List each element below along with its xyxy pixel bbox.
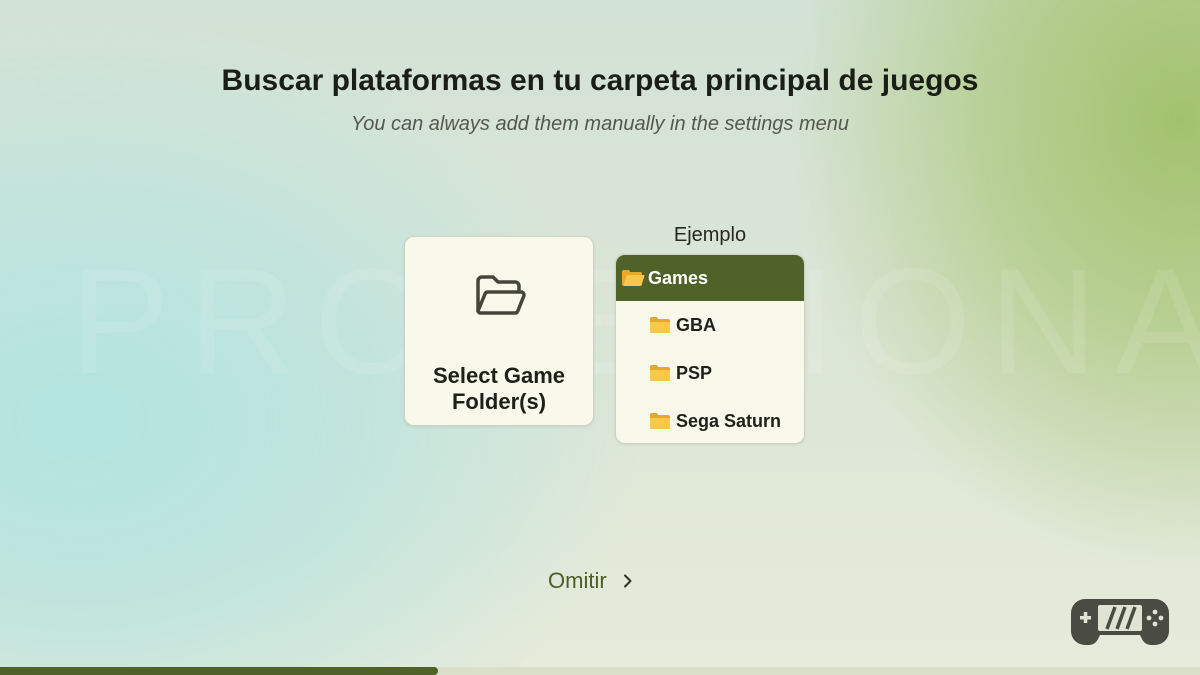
handheld-controller-icon <box>1071 599 1169 645</box>
chevron-right-icon <box>623 574 632 588</box>
folder-icon <box>650 365 670 381</box>
example-subfolder: Sega Saturn <box>616 397 804 443</box>
select-game-folder-label: Select Game Folder(s) <box>432 363 566 414</box>
example-subfolder-label: PSP <box>676 362 713 383</box>
folder-icon <box>650 413 670 429</box>
page-title: Buscar plataformas en tu carpeta princip… <box>221 64 979 97</box>
progress-bar <box>0 667 1200 675</box>
example-label: Ejemplo <box>673 224 747 246</box>
example-root-label: Games <box>648 267 709 288</box>
skip-label: Omitir <box>548 568 607 593</box>
example-folder-tree: Games GBA PSP Sega Saturn <box>615 254 805 444</box>
progress-bar-fill <box>0 667 438 675</box>
folder-icon <box>650 317 670 333</box>
example-root-folder: Games <box>616 255 804 301</box>
select-game-folder-button[interactable]: Select Game Folder(s) <box>404 236 594 426</box>
example-subfolder-label: Sega Saturn <box>676 410 782 431</box>
example-subfolder-label: GBA <box>676 314 716 335</box>
example-subfolder: PSP <box>616 349 804 397</box>
skip-button[interactable]: Omitir <box>548 568 635 594</box>
page-subtitle: You can always add them manually in the … <box>350 113 850 135</box>
folder-open-icon <box>476 275 526 315</box>
example-subfolder: GBA <box>616 301 804 349</box>
open-folder-icon <box>622 270 645 286</box>
